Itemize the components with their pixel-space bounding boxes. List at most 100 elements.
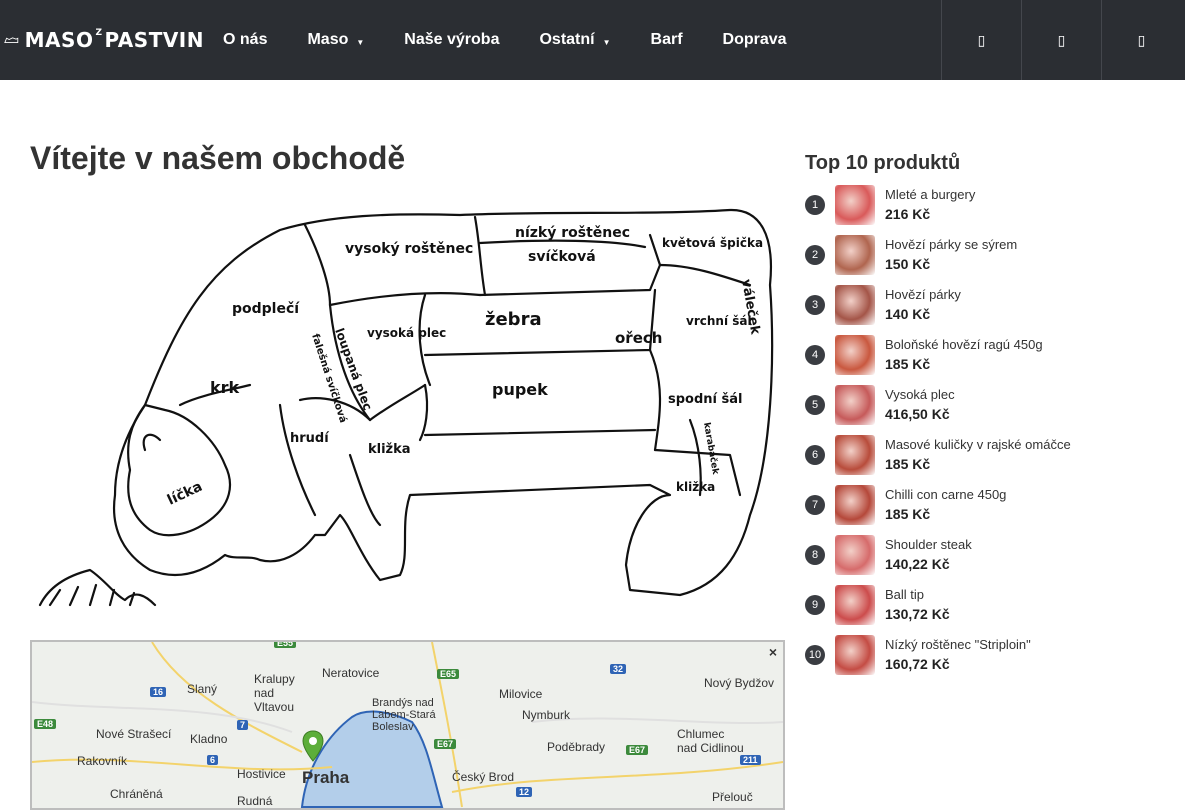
product-thumbnail[interactable]: [835, 585, 875, 625]
product-price: 130,72 Kč: [885, 606, 950, 622]
product-thumbnail[interactable]: [835, 435, 875, 475]
map-close-button[interactable]: ×: [769, 644, 777, 660]
map-label: Brandýs nad Labem-Stará Boleslav: [372, 697, 436, 733]
cut-label: kližka: [676, 480, 715, 494]
product-thumbnail[interactable]: [835, 635, 875, 675]
list-item[interactable]: 4 Boloňské hovězí ragú 450g 185 Kč: [805, 330, 1175, 380]
list-item[interactable]: 2 Hovězí párky se sýrem 150 Kč: [805, 230, 1175, 280]
map-label: Milovice: [499, 687, 543, 701]
product-price: 416,50 Kč: [885, 406, 950, 422]
logo-icon: [4, 37, 19, 44]
product-name[interactable]: Boloňské hovězí ragú 450g: [885, 337, 1043, 352]
page-title: Vítejte v našem obchodě: [30, 140, 406, 176]
rank-badge: 1: [805, 195, 825, 215]
cut-label: kližka: [368, 442, 411, 457]
product-price: 160,72 Kč: [885, 656, 950, 672]
list-item[interactable]: 8 Shoulder steak 140,22 Kč: [805, 530, 1175, 580]
rank-badge: 8: [805, 545, 825, 565]
map-label: Poděbrady: [547, 740, 606, 754]
search-icon: ▯: [977, 31, 986, 48]
map-label: Nymburk: [522, 708, 571, 722]
cut-label: líčka: [165, 479, 205, 509]
product-name[interactable]: Shoulder steak: [885, 537, 972, 552]
product-thumbnail[interactable]: [835, 535, 875, 575]
main-nav: O nás Maso ▼ Naše výroba Ostatní ▼ Barf Do…: [223, 0, 827, 80]
cut-label: vrchní šál: [686, 314, 752, 328]
list-item[interactable]: 10 Nízký roštěnec "Striploin" 160,72 Kč: [805, 630, 1175, 680]
chevron-down-icon: ▼: [356, 37, 365, 47]
product-name[interactable]: Ball tip: [885, 587, 924, 602]
product-name[interactable]: Hovězí párky se sýrem: [885, 237, 1017, 252]
product-name[interactable]: Chilli con carne 450g: [885, 487, 1006, 502]
cut-label: nízký roštěnec: [515, 225, 630, 241]
product-thumbnail[interactable]: [835, 485, 875, 525]
account-button[interactable]: ▯: [1021, 0, 1101, 80]
product-price: 185 Kč: [885, 356, 931, 372]
rank-badge: 4: [805, 345, 825, 365]
top-products-list: 1 Mleté a burgery 216 Kč 2 Hovězí párky …: [805, 180, 1175, 680]
list-item[interactable]: 9 Ball tip 130,72 Kč: [805, 580, 1175, 630]
map-label: Kladno: [190, 732, 228, 746]
search-button[interactable]: ▯: [941, 0, 1021, 80]
product-name[interactable]: Masové kuličky v rajské omáčce: [885, 437, 1071, 452]
road-badge: 32: [610, 664, 627, 674]
map-label: Hostivice: [237, 767, 286, 781]
product-thumbnail[interactable]: [835, 235, 875, 275]
map-label: Přelouč: [712, 790, 753, 804]
rank-badge: 9: [805, 595, 825, 615]
cart-icon: ▯: [1137, 31, 1146, 48]
product-thumbnail[interactable]: [835, 335, 875, 375]
map-pin-icon[interactable]: [302, 730, 324, 762]
road-badge: 6: [207, 755, 219, 765]
nav-item-doprava[interactable]: Doprava: [723, 31, 787, 49]
product-name[interactable]: Vysoká plec: [885, 387, 955, 402]
cut-label: krk: [210, 378, 240, 397]
product-thumbnail[interactable]: [835, 385, 875, 425]
map-label: Nové Strašecí: [96, 727, 172, 741]
cut-label: květová špička: [662, 236, 763, 250]
list-item[interactable]: 6 Masové kuličky v rajské omáčce 185 Kč: [805, 430, 1175, 480]
list-item[interactable]: 7 Chilli con carne 450g 185 Kč: [805, 480, 1175, 530]
list-item[interactable]: 3 Hovězí párky 140 Kč: [805, 280, 1175, 330]
product-thumbnail[interactable]: [835, 285, 875, 325]
bison-cuts-diagram: nízký roštěnec svíčková vysoký roštěnec …: [38, 208, 774, 607]
cut-label: vysoká plec: [367, 326, 446, 340]
list-item[interactable]: 5 Vysoká plec 416,50 Kč: [805, 380, 1175, 430]
road-badge: 211: [740, 755, 761, 765]
road-badge: E55: [274, 642, 297, 648]
site-logo[interactable]: MASO Z PASTVIN: [4, 26, 204, 54]
list-item[interactable]: 1 Mleté a burgery 216 Kč: [805, 180, 1175, 230]
rank-badge: 10: [805, 645, 825, 665]
rank-badge: 2: [805, 245, 825, 265]
product-name[interactable]: Nízký roštěnec "Striploin": [885, 637, 1031, 652]
rank-badge: 3: [805, 295, 825, 315]
nav-item-ostatni[interactable]: Ostatní ▼: [539, 31, 610, 49]
map-label: Chráněná: [110, 787, 163, 801]
product-name[interactable]: Hovězí párky: [885, 287, 961, 302]
nav-item-o-nas[interactable]: O nás: [223, 31, 267, 49]
product-price: 216 Kč: [885, 206, 931, 222]
map-label: Rakovník: [77, 754, 128, 768]
product-price: 150 Kč: [885, 256, 931, 272]
user-icon: ▯: [1057, 31, 1066, 48]
product-name[interactable]: Mleté a burgery: [885, 187, 975, 202]
road-badge: E67: [434, 739, 457, 749]
nav-item-nase-vyroba[interactable]: Naše výroba: [404, 31, 499, 49]
cut-label: žebra: [485, 309, 542, 330]
map-label: Praha: [302, 768, 350, 787]
delivery-map[interactable]: × Neratovice Kralupy nad Vltavou Slaný B…: [30, 640, 785, 810]
road-badge: E48: [34, 719, 57, 729]
rank-badge: 7: [805, 495, 825, 515]
product-thumbnail[interactable]: [835, 185, 875, 225]
product-price: 185 Kč: [885, 506, 931, 522]
map-label: Neratovice: [322, 666, 380, 680]
road-badge: E65: [437, 669, 460, 679]
road-badge: 16: [150, 687, 167, 697]
nav-item-maso[interactable]: Maso ▼: [307, 31, 364, 49]
site-header: MASO Z PASTVIN O nás Maso ▼ Naše výroba Ost…: [0, 0, 1185, 80]
rank-badge: 6: [805, 445, 825, 465]
nav-item-barf[interactable]: Barf: [651, 31, 683, 49]
cart-button[interactable]: ▯: [1101, 0, 1181, 80]
map-label: Kralupy nad Vltavou: [254, 672, 295, 714]
cut-label: pupek: [492, 380, 548, 399]
